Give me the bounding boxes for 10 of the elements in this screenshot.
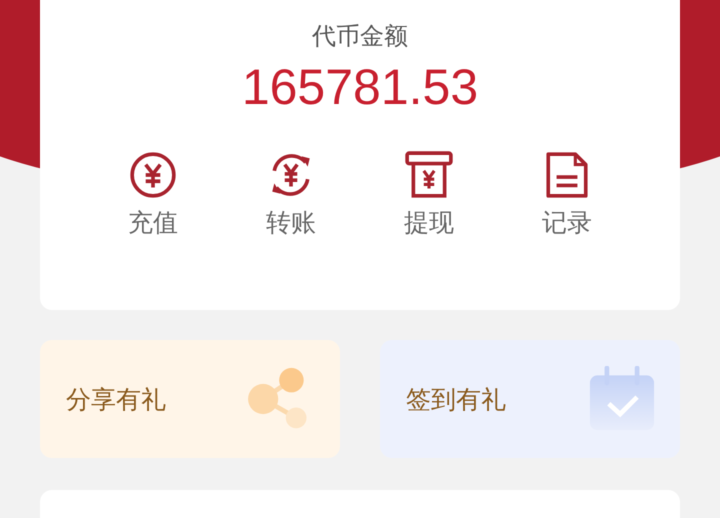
action-button[interactable]: 充值 [108, 150, 198, 239]
balance-label: 代币金额 [312, 21, 408, 52]
action-button[interactable]: 提现 [384, 150, 474, 239]
action-button[interactable]: 记录 [522, 150, 612, 239]
balance-amount: 165781.53 [242, 58, 478, 116]
cash-slot-icon [404, 150, 454, 200]
promo-card[interactable]: 分享有礼 [40, 340, 340, 458]
promo-card[interactable]: 签到有礼 [380, 340, 680, 458]
action-button[interactable]: 转账 [246, 150, 336, 239]
yen-circle-icon [128, 150, 178, 200]
